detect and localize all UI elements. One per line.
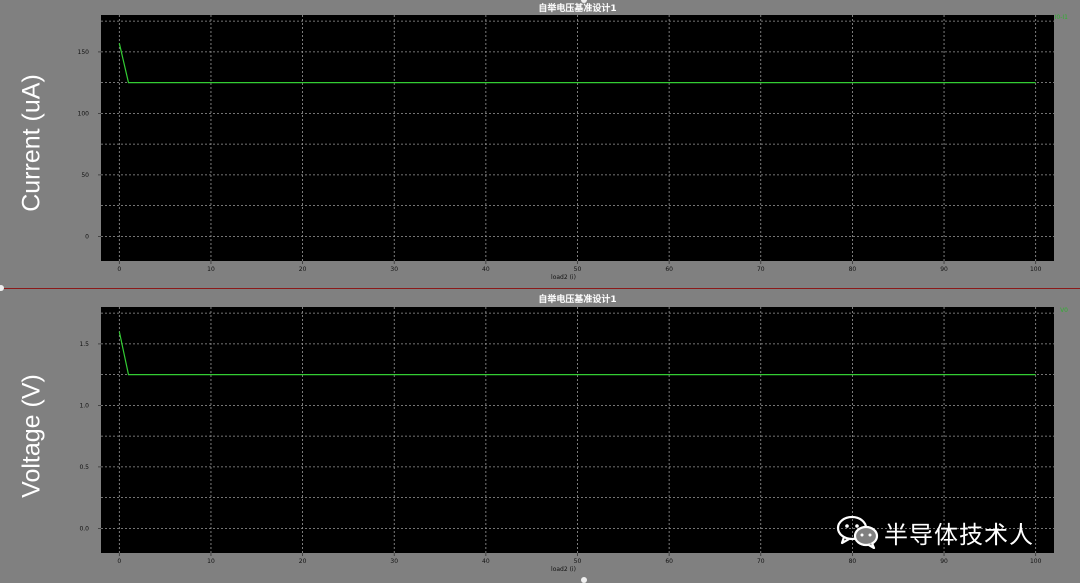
x-tick-label: 50: [574, 558, 582, 565]
x-tick-label: 50: [574, 266, 582, 273]
y-tick-label: 50: [81, 172, 89, 179]
x-tick-label: 10: [207, 266, 215, 273]
x-tick-label: 40: [482, 266, 490, 273]
x-tick-label: 20: [299, 558, 307, 565]
wechat-icon: [836, 515, 880, 550]
x-tick-label: 30: [390, 558, 398, 565]
y-tick-label: 0: [85, 233, 89, 240]
y-tick-label: 100: [78, 110, 90, 117]
x-tick-label: 0: [117, 266, 121, 273]
resize-handle-bottom[interactable]: [581, 577, 587, 583]
x-tick-label: 80: [849, 558, 857, 565]
watermark-text: 半导体技术人: [884, 520, 1034, 549]
x-tick-label: 100: [1030, 266, 1042, 273]
x-tick-label: 70: [757, 266, 765, 273]
divider-line: [0, 288, 1080, 289]
x-tick-label: 90: [940, 266, 948, 273]
x-tick-label: 100: [1030, 558, 1042, 565]
y-tick-label: 0.0: [79, 525, 89, 532]
x-tick-label: 60: [665, 558, 673, 565]
x-axis-label: load2 (i): [551, 274, 576, 281]
x-tick-label: 80: [849, 266, 857, 273]
current-plot[interactable]: 0 10 20 30 40 50 60 70 80 90 100 0 50 100 150 load2 (i): [0, 0, 1080, 286]
x-tick-label: 90: [940, 558, 948, 565]
y-tick-label: 1.5: [79, 341, 89, 348]
x-tick-label: 30: [390, 266, 398, 273]
current-chart-panel: 自举电压基准设计1 Current (uA) I0-I1 0 10 20 30 40 50…: [0, 0, 1080, 286]
watermark: 半导体技术人: [836, 514, 1034, 550]
x-tick-label: 60: [665, 266, 673, 273]
x-tick-label: 0: [117, 558, 121, 565]
y-tick-label: 150: [78, 49, 90, 56]
y-tick-label: 1.0: [79, 402, 89, 409]
x-tick-label: 70: [757, 558, 765, 565]
x-tick-label: 10: [207, 558, 215, 565]
y-tick-label: 0.5: [79, 464, 89, 471]
x-tick-label: 40: [482, 558, 490, 565]
x-axis-label: load2 (i): [551, 566, 576, 573]
x-tick-label: 20: [299, 266, 307, 273]
